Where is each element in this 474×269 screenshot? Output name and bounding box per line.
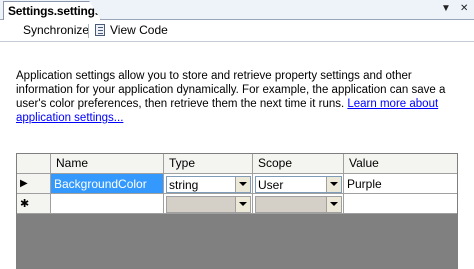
scope-dropdown[interactable]: User [255,176,342,193]
settings-grid: Name Type Scope Value ▶ BackgroundColor … [16,153,458,269]
column-header-type[interactable]: Type [164,154,253,174]
settings-description: Application settings allow you to store … [16,69,456,125]
view-code-button[interactable]: View Code [110,23,168,37]
grid-corner-header [17,154,51,174]
setting-scope-cell: User [253,174,344,194]
column-header-value[interactable]: Value [344,154,457,174]
toolbar-separator [88,24,89,38]
close-icon[interactable]: ✕ [460,3,468,14]
chevron-down-icon[interactable] [326,177,341,192]
new-setting-name-cell[interactable] [51,194,164,214]
new-type-dropdown[interactable] [166,196,251,213]
setting-name-cell[interactable]: BackgroundColor [51,174,164,194]
chevron-down-icon[interactable] [326,197,341,212]
type-dropdown[interactable]: string [166,176,251,193]
row-selector-current[interactable]: ▶ [17,174,51,194]
setting-value-cell[interactable]: Purple [344,174,457,194]
column-header-name[interactable]: Name [51,154,164,174]
chevron-down-icon[interactable] [235,197,250,212]
tab-dropdown-icon[interactable]: ▼ [441,3,451,14]
designer-toolbar: Synchronize View Code [0,20,474,42]
tab-settings-settings[interactable]: Settings.settings [3,1,101,20]
scope-dropdown-value: User [258,178,284,192]
tab-title: Settings.settings [8,4,102,18]
chevron-down-icon[interactable] [235,177,250,192]
column-header-scope[interactable]: Scope [253,154,344,174]
new-setting-scope-cell [253,194,344,214]
synchronize-button[interactable]: Synchronize [23,23,89,37]
setting-type-cell: string [164,174,253,194]
view-code-icon[interactable] [95,24,105,36]
type-dropdown-value: string [169,178,199,192]
row-selector-new[interactable]: ✱ [17,194,51,214]
new-scope-dropdown[interactable] [255,196,342,213]
new-setting-value-cell[interactable] [344,194,457,214]
new-setting-type-cell [164,194,253,214]
document-tab-strip: Settings.settings ▼ ✕ [0,0,474,20]
